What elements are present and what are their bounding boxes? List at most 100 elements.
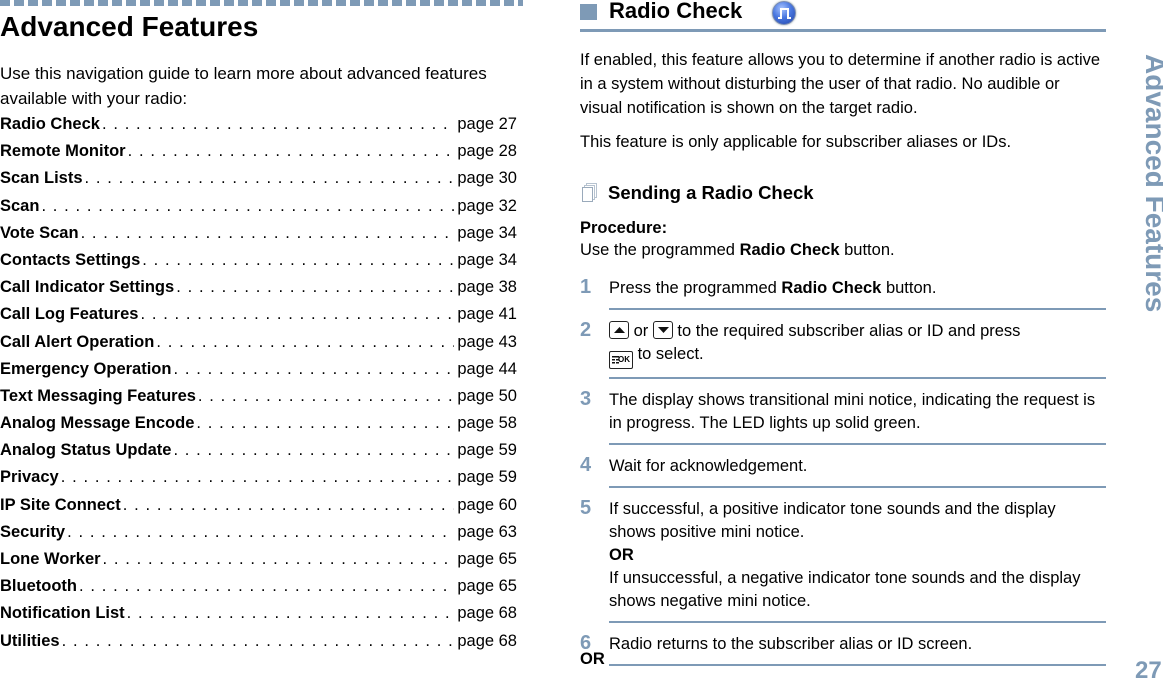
toc-page-ref[interactable]: page 59: [454, 437, 517, 464]
toc-leader-dots: [77, 573, 454, 600]
procedure-step-3: 3 The display shows transitional mini no…: [580, 386, 1106, 445]
toc-page-ref[interactable]: page 58: [454, 410, 517, 437]
toc-page-ref[interactable]: page 34: [454, 220, 517, 247]
step-text-part: to select.: [633, 345, 704, 363]
toc-leader-dots: [125, 600, 455, 627]
toc-entry-title[interactable]: Lone Worker: [0, 546, 101, 573]
toc-page-ref[interactable]: page 60: [454, 492, 517, 519]
toc-entry-title[interactable]: Text Messaging Features: [0, 383, 196, 410]
toc-page-ref[interactable]: page 38: [454, 274, 517, 301]
toc-entry-notification-list[interactable]: Notification List page 68: [0, 600, 517, 627]
toc-entry-title[interactable]: Scan: [0, 193, 39, 220]
step-text: Radio returns to the subscriber alias or…: [609, 630, 1106, 666]
toc-page-ref[interactable]: page 30: [454, 165, 517, 192]
toc-entry-emergency-operation[interactable]: Emergency Operation page 44: [0, 356, 517, 383]
toc-leader-dots: [100, 111, 454, 138]
chapter-side-tab: Advanced Features: [1140, 54, 1163, 324]
chapter-side-tab-label: Advanced Features: [1140, 54, 1163, 313]
toc-entry-title[interactable]: Analog Status Update: [0, 437, 171, 464]
procedure-label: Procedure:: [580, 219, 668, 237]
procedure-step-1: 1 Press the programmed Radio Check butto…: [580, 274, 1106, 310]
intro-paragraph: Use this navigation guide to learn more …: [0, 64, 487, 108]
button-name: Radio Check: [781, 279, 882, 297]
toc-page-ref[interactable]: page 32: [454, 193, 517, 220]
down-arrow-key-icon: [652, 321, 673, 339]
toc-entry-title[interactable]: Remote Monitor: [0, 138, 126, 165]
toc-entry-title[interactable]: Security: [0, 519, 65, 546]
document-icon: [582, 183, 598, 202]
toc-leader-dots: [121, 492, 455, 519]
toc-entry-title[interactable]: Analog Message Encode: [0, 410, 194, 437]
toc-entry-ip-site-connect[interactable]: IP Site Connect page 60: [0, 492, 517, 519]
toc-entry-title[interactable]: Scan Lists: [0, 165, 83, 192]
toc-entry-analog-status-update[interactable]: Analog Status Update page 59: [0, 437, 517, 464]
toc-leader-dots: [154, 329, 454, 356]
toc-entry-title[interactable]: IP Site Connect: [0, 492, 121, 519]
toc-entry-scan-lists[interactable]: Scan Lists page 30: [0, 165, 517, 192]
section-heading: Radio Check: [580, 0, 1106, 32]
toc-leader-dots: [138, 301, 454, 328]
up-arrow-key-icon: [609, 321, 629, 339]
toc-page-ref[interactable]: page 50: [454, 383, 517, 410]
procedure-text: Use the programmed: [580, 241, 740, 259]
toc-entry-remote-monitor[interactable]: Remote Monitor page 28: [0, 138, 517, 165]
or-label: OR: [580, 650, 605, 668]
toc-page-ref[interactable]: page 41: [454, 301, 517, 328]
subsection-title: Sending a Radio Check: [608, 182, 814, 203]
toc-entry-analog-message-encode[interactable]: Analog Message Encode page 58: [0, 410, 517, 437]
toc-page-ref[interactable]: page 28: [454, 138, 517, 165]
toc-entry-privacy[interactable]: Privacy page 59: [0, 464, 517, 491]
toc-entry-scan[interactable]: Scan page 32: [0, 193, 517, 220]
toc-entry-call-log-features[interactable]: Call Log Features page 41: [0, 301, 517, 328]
step-text: Press the programmed Radio Check button.: [609, 274, 1106, 310]
toc-entry-call-indicator-settings[interactable]: Call Indicator Settings page 38: [0, 274, 517, 301]
toc-entry-title[interactable]: Privacy: [0, 464, 59, 491]
toc-page-ref[interactable]: page 43: [454, 329, 517, 356]
procedure-steps: 1 Press the programmed Radio Check butto…: [580, 274, 1106, 666]
toc-entry-title[interactable]: Notification List: [0, 600, 125, 627]
menu-ok-key-icon: OK: [609, 351, 633, 369]
toc-page-ref[interactable]: page 63: [454, 519, 517, 546]
toc-page-ref[interactable]: page 68: [454, 600, 517, 627]
step-number: 3: [580, 388, 592, 410]
toc-entry-title[interactable]: Call Alert Operation: [0, 329, 154, 356]
toc-page-ref[interactable]: page 44: [454, 356, 517, 383]
section-note: This feature is only applicable for subs…: [580, 133, 1012, 151]
toc-entry-title[interactable]: Utilities: [0, 628, 60, 655]
toc-entry-text-messaging-features[interactable]: Text Messaging Features page 50: [0, 383, 517, 410]
toc-page-ref[interactable]: page 65: [454, 573, 517, 600]
toc-leader-dots: [59, 464, 455, 491]
toc-page-ref[interactable]: page 59: [454, 464, 517, 491]
toc-entry-vote-scan[interactable]: Vote Scan page 34: [0, 220, 517, 247]
step-text: If successful, a positive indicator tone…: [609, 495, 1106, 623]
toc-entry-title[interactable]: Call Log Features: [0, 301, 138, 328]
toc-entry-title[interactable]: Emergency Operation: [0, 356, 171, 383]
toc-leader-dots: [194, 410, 454, 437]
toc-entry-bluetooth[interactable]: Bluetooth page 65: [0, 573, 517, 600]
section-description: If enabled, this feature allows you to d…: [580, 51, 1101, 117]
page-title: Advanced Features: [0, 11, 259, 42]
toc-entry-title[interactable]: Radio Check: [0, 111, 100, 138]
toc-leader-dots: [65, 519, 454, 546]
toc-page-ref[interactable]: page 68: [454, 628, 517, 655]
toc-entry-lone-worker[interactable]: Lone Worker page 65: [0, 546, 517, 573]
button-name: Radio Check: [739, 241, 840, 259]
toc-entry-utilities[interactable]: Utilities page 68: [0, 628, 517, 655]
toc-leader-dots: [60, 628, 455, 655]
toc-entry-title[interactable]: Call Indicator Settings: [0, 274, 174, 301]
step-success-text: If successful, a positive indicator tone…: [609, 500, 1056, 541]
procedure-step-4: 4 Wait for acknowledgement.: [580, 452, 1106, 488]
step-text: or to the required subscriber alias or I…: [609, 317, 1106, 379]
toc-page-ref[interactable]: page 27: [454, 111, 517, 138]
toc-page-ref[interactable]: page 34: [454, 247, 517, 274]
toc-entry-contacts-settings[interactable]: Contacts Settings page 34: [0, 247, 517, 274]
toc-entry-radio-check[interactable]: Radio Check page 27: [0, 111, 517, 138]
toc-entry-title[interactable]: Contacts Settings: [0, 247, 140, 274]
toc-entry-title[interactable]: Bluetooth: [0, 573, 77, 600]
toc-page-ref[interactable]: page 65: [454, 546, 517, 573]
toc-entry-security[interactable]: Security page 63: [0, 519, 517, 546]
procedure-intro: Use the programmed Radio Check button.: [580, 239, 895, 261]
toc-entry-call-alert-operation[interactable]: Call Alert Operation page 43: [0, 329, 517, 356]
radio-check-feature-icon: [772, 1, 796, 25]
toc-entry-title[interactable]: Vote Scan: [0, 220, 79, 247]
